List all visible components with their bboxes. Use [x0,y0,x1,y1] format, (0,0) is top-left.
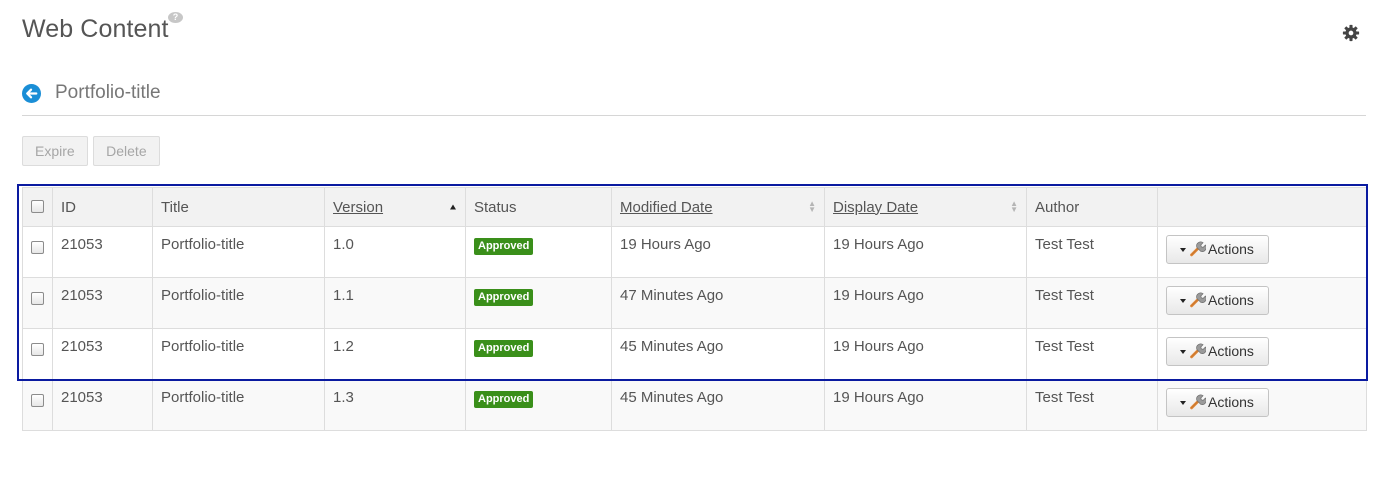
row-select-cell [22,226,53,278]
gear-icon[interactable] [1342,24,1360,42]
status-badge: Approved [474,289,534,306]
cell-id: 21053 [52,277,153,329]
wrench-icon [1190,292,1206,308]
caret-down-icon [1180,299,1186,304]
cell-id: 21053 [52,328,153,380]
sort-ascending-icon [450,204,456,210]
status-badge: Approved [474,340,534,357]
cell-actions: Actions [1157,277,1367,329]
portlet-topbar: Web Content ? [22,12,1365,52]
page-title: Portfolio-title [55,82,161,103]
column-header-author: Author [1026,187,1158,227]
row-checkbox[interactable] [31,292,44,305]
delete-button[interactable]: Delete [93,136,160,166]
modified-date-sort-link[interactable]: Modified Date [620,199,713,216]
help-icon[interactable]: ? [168,12,183,23]
wrench-icon [1190,241,1206,257]
cell-title: Portfolio-title [152,226,325,278]
actions-button[interactable]: Actions [1166,388,1269,417]
select-all-header [22,187,53,227]
table-row: 21053 Portfolio-title 1.0 Approved 19 Hours … [22,226,1367,278]
table-row: 21053 Portfolio-title 1.3 Approved 45 Minute… [22,379,1367,431]
row-select-cell [22,379,53,431]
column-header-status: Status [465,187,612,227]
actions-button[interactable]: Actions [1166,337,1269,366]
sort-both-icon: ▲ ▼ [1010,199,1018,214]
cell-title: Portfolio-title [152,328,325,380]
cell-modified-date: 47 Minutes Ago [611,277,825,329]
table-row: 21053 Portfolio-title 1.1 Approved 47 Minute… [22,277,1367,329]
cell-display-date: 19 Hours Ago [824,277,1027,329]
select-all-checkbox[interactable] [31,199,44,213]
cell-display-date: 19 Hours Ago [824,379,1027,431]
actions-label: Actions [1208,343,1254,359]
column-header-id: ID [52,187,153,227]
column-header-title: Title [152,187,325,227]
cell-status: Approved [465,277,612,329]
row-select-cell [22,328,53,380]
actions-button[interactable]: Actions [1166,286,1269,315]
cell-version: 1.2 [324,328,466,380]
wrench-icon [1190,343,1206,359]
display-date-sort-link[interactable]: Display Date [833,199,918,216]
cell-id: 21053 [52,379,153,431]
column-header-actions [1157,187,1367,227]
sort-both-icon: ▲ ▼ [808,199,816,214]
cell-display-date: 19 Hours Ago [824,328,1027,380]
row-checkbox[interactable] [31,241,44,254]
back-arrow-icon[interactable] [22,84,41,103]
cell-modified-date: 45 Minutes Ago [611,328,825,380]
row-select-cell [22,277,53,329]
cell-actions: Actions [1157,379,1367,431]
cell-author: Test Test [1026,328,1158,380]
column-header-modified-date[interactable]: Modified Date ▲ ▼ [611,187,825,227]
versions-table-container: ID Title Version Status Modified Date ▲ ▼ … [22,187,1367,431]
cell-id: 21053 [52,226,153,278]
actions-button[interactable]: Actions [1166,235,1269,264]
cell-author: Test Test [1026,379,1158,431]
actions-label: Actions [1208,292,1254,308]
versions-table: ID Title Version Status Modified Date ▲ ▼ … [22,187,1367,431]
management-toolbar: Expire Delete [22,136,161,166]
cell-author: Test Test [1026,226,1158,278]
actions-label: Actions [1208,394,1254,410]
portlet-title: Web Content [22,15,169,43]
actions-label: Actions [1208,241,1254,257]
caret-down-icon [1180,350,1186,355]
cell-version: 1.1 [324,277,466,329]
cell-author: Test Test [1026,277,1158,329]
row-checkbox[interactable] [31,394,44,407]
cell-modified-date: 45 Minutes Ago [611,379,825,431]
caret-down-icon [1180,248,1186,253]
cell-status: Approved [465,328,612,380]
cell-modified-date: 19 Hours Ago [611,226,825,278]
cell-title: Portfolio-title [152,277,325,329]
cell-actions: Actions [1157,328,1367,380]
cell-version: 1.0 [324,226,466,278]
caret-down-icon [1180,401,1186,406]
column-header-display-date[interactable]: Display Date ▲ ▼ [824,187,1027,227]
cell-version: 1.3 [324,379,466,431]
cell-status: Approved [465,379,612,431]
table-row: 21053 Portfolio-title 1.2 Approved 45 Minute… [22,328,1367,380]
table-header-row: ID Title Version Status Modified Date ▲ ▼ … [22,187,1367,227]
column-header-version[interactable]: Version [324,187,466,227]
version-sort-link[interactable]: Version [333,199,383,216]
cell-actions: Actions [1157,226,1367,278]
status-badge: Approved [474,238,534,255]
cell-status: Approved [465,226,612,278]
status-badge: Approved [474,391,534,408]
row-checkbox[interactable] [31,343,44,356]
cell-title: Portfolio-title [152,379,325,431]
wrench-icon [1190,394,1206,410]
expire-button[interactable]: Expire [22,136,88,166]
cell-display-date: 19 Hours Ago [824,226,1027,278]
page-header: Portfolio-title [22,80,1366,116]
